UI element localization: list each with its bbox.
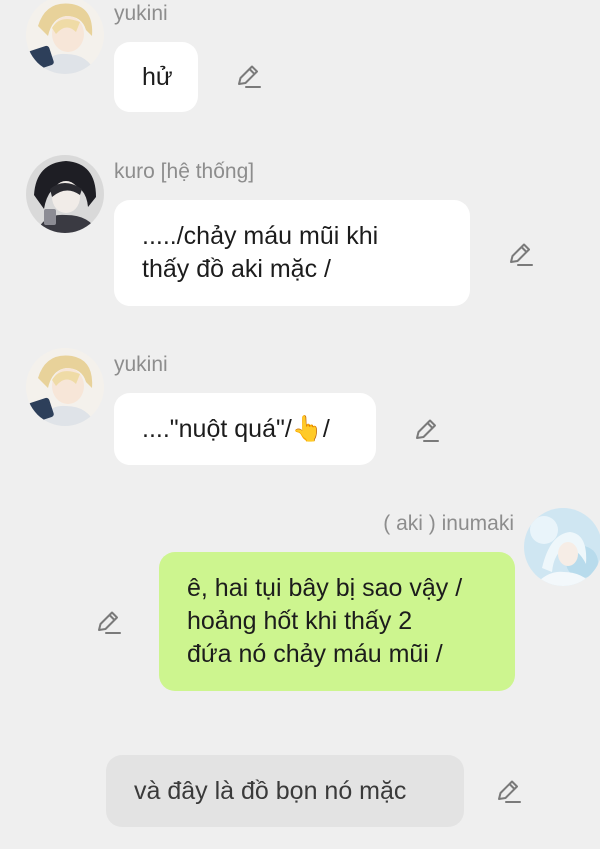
avatar-yukini[interactable] [26,0,104,74]
message-text: ...../chảy máu mũi khi thấy đồ aki mặc / [142,222,379,283]
avatar-yukini[interactable] [26,348,104,426]
pencil-edit-icon[interactable] [494,777,522,805]
avatar-kuro-image [26,155,104,233]
pencil-edit-icon[interactable] [94,608,122,636]
message-bubble[interactable]: ...."nuột quá"/👆/ [114,393,376,465]
pencil-edit-icon[interactable] [506,240,534,268]
narration-bubble[interactable]: và đây là đồ bọn nó mặc [106,755,464,827]
avatar-inumaki-image [524,508,600,586]
sender-name: yukini [114,353,168,376]
message-text: ê, hai tụi bây bị sao vậy / hoảng hốt kh… [187,574,463,668]
avatar-kuro[interactable] [26,155,104,233]
message-text: và đây là đồ bọn nó mặc [134,776,407,805]
message-bubble[interactable]: hử [114,42,198,112]
avatar-inumaki[interactable] [524,508,600,586]
avatar-yukini-image [26,0,104,74]
sender-name: yukini [114,2,168,25]
pencil-edit-icon[interactable] [412,416,440,444]
message-text: ...."nuột quá"/👆/ [142,414,330,443]
message-bubble[interactable]: ...../chảy máu mũi khi thấy đồ aki mặc / [114,200,470,306]
sender-name: kuro [hệ thống] [114,160,255,183]
message-bubble-mine[interactable]: ê, hai tụi bây bị sao vậy / hoảng hốt kh… [159,552,515,691]
message-text: hử [142,62,173,91]
chat-thread: yukini hử kuro [hệ thống] ...../chảy máu… [0,0,600,849]
pencil-edit-icon[interactable] [234,62,262,90]
avatar-yukini-image [26,348,104,426]
sender-name: ( aki ) inumaki [383,512,514,535]
